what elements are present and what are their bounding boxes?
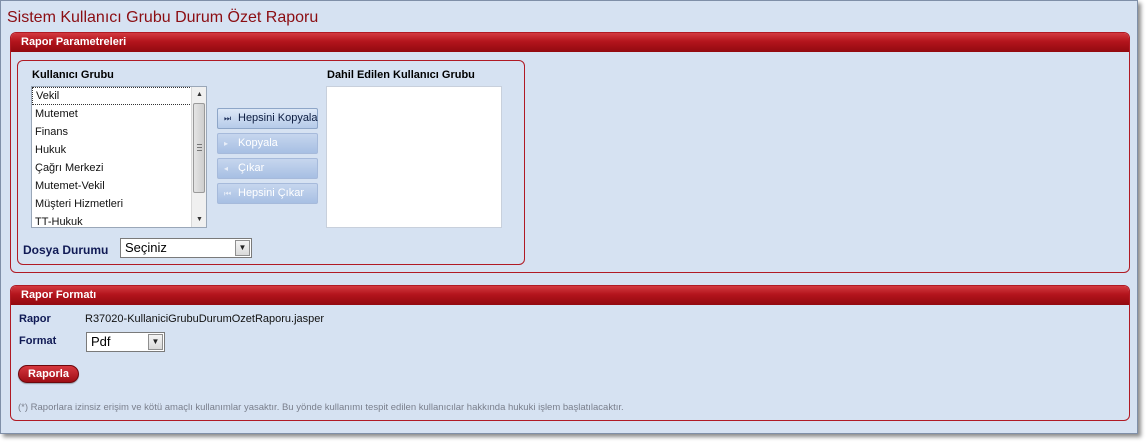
copy-label: Kopyala bbox=[238, 137, 278, 149]
list-item[interactable]: Müşteri Hizmetleri bbox=[32, 195, 202, 213]
remove-label: Çıkar bbox=[238, 162, 265, 174]
source-user-group-list[interactable]: Vekil Mutemet Finans Hukuk Çağrı Merkezi Mute… bbox=[31, 86, 207, 228]
file-status-value: Seçiniz bbox=[125, 240, 167, 255]
reverse-play-icon: ◂ bbox=[224, 164, 229, 173]
source-list-label: Kullanıcı Grubu bbox=[32, 69, 114, 81]
copy-button[interactable]: ▸ Kopyala bbox=[217, 133, 318, 154]
list-item[interactable]: Hukuk bbox=[32, 141, 202, 159]
target-list-label: Dahil Edilen Kullanıcı Grubu bbox=[327, 69, 475, 81]
run-report-button[interactable]: Raporla bbox=[18, 365, 79, 383]
chevron-down-icon[interactable]: ▼ bbox=[148, 334, 163, 350]
report-format-header: Rapor Formatı bbox=[11, 286, 1129, 305]
source-items: Vekil Mutemet Finans Hukuk Çağrı Merkezi Mute… bbox=[32, 87, 202, 227]
remove-button[interactable]: ◂ Çıkar bbox=[217, 158, 318, 179]
grip-icon bbox=[197, 144, 202, 151]
fast-forward-icon: ⏭ bbox=[224, 114, 232, 123]
included-user-group-list[interactable] bbox=[326, 86, 502, 228]
report-file-name: R37020-KullaniciGrubuDurumOzetRaporu.jas… bbox=[85, 313, 325, 325]
chevron-down-icon[interactable]: ▼ bbox=[235, 240, 250, 256]
scrollbar-thumb[interactable] bbox=[193, 103, 205, 193]
page-title: Sistem Kullanıcı Grubu Durum Özet Raporu bbox=[7, 9, 319, 26]
report-parameters-header: Rapor Parametreleri bbox=[11, 33, 1129, 52]
list-item[interactable]: Vekil bbox=[32, 87, 202, 105]
remove-all-button[interactable]: ⏮ Hepsini Çıkar bbox=[217, 183, 318, 204]
remove-all-label: Hepsini Çıkar bbox=[238, 187, 305, 199]
report-label: Rapor bbox=[19, 313, 51, 325]
list-item[interactable]: Çağrı Merkezi bbox=[32, 159, 202, 177]
play-icon: ▸ bbox=[224, 139, 229, 148]
report-format-panel: Rapor Formatı bbox=[10, 285, 1130, 421]
legal-footnote: (*) Raporlara izinsiz erişim ve kötü ama… bbox=[18, 402, 624, 413]
up-arrow-icon[interactable]: ▲ bbox=[192, 87, 206, 102]
format-value: Pdf bbox=[91, 334, 111, 349]
list-item[interactable]: TT-Hukuk bbox=[32, 213, 202, 227]
list-item[interactable]: Finans bbox=[32, 123, 202, 141]
rewind-icon: ⏮ bbox=[224, 189, 232, 198]
copy-all-label: Hepsini Kopyala bbox=[238, 112, 318, 124]
list-item[interactable]: Mutemet bbox=[32, 105, 202, 123]
file-status-select[interactable]: Seçiniz ▼ bbox=[120, 238, 252, 258]
source-list-scrollbar[interactable]: ▲ ▼ bbox=[191, 87, 206, 227]
down-arrow-icon[interactable]: ▼ bbox=[192, 212, 206, 227]
file-status-label: Dosya Durumu bbox=[23, 243, 109, 257]
format-label: Format bbox=[19, 335, 57, 347]
list-item[interactable]: Mutemet-Vekil bbox=[32, 177, 202, 195]
copy-all-button[interactable]: ⏭ Hepsini Kopyala bbox=[217, 108, 318, 129]
format-select[interactable]: Pdf ▼ bbox=[86, 332, 165, 352]
